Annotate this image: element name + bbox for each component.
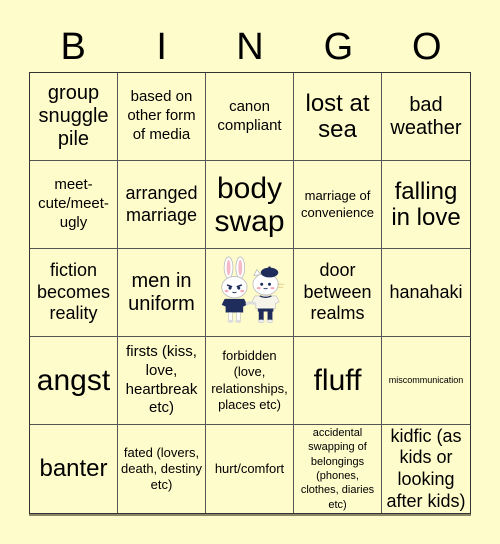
bingo-cell[interactable]: fluff bbox=[294, 337, 382, 425]
bingo-cell[interactable]: body swap bbox=[206, 161, 294, 249]
bingo-cell[interactable]: fiction becomes reality bbox=[30, 249, 118, 337]
bingo-cell[interactable]: lost at sea bbox=[294, 73, 382, 161]
bingo-cell[interactable]: group snuggle pile bbox=[30, 73, 118, 161]
header-letter-o: O bbox=[412, 26, 442, 68]
bingo-cell[interactable]: bad weather bbox=[382, 73, 470, 161]
bingo-cell[interactable]: door between realms bbox=[294, 249, 382, 337]
header-letter-b: B bbox=[60, 26, 86, 68]
bingo-cell[interactable]: based on other form of media bbox=[118, 73, 206, 161]
bingo-cell[interactable]: arranged marriage bbox=[118, 161, 206, 249]
free-space-cell[interactable] bbox=[206, 249, 294, 337]
bunny-and-cat-characters-icon bbox=[220, 256, 284, 323]
header-letter-i: I bbox=[156, 26, 167, 68]
bingo-header: B I N G O bbox=[29, 22, 471, 72]
header-letter-g: G bbox=[323, 26, 354, 68]
bunny-character bbox=[220, 256, 247, 323]
bingo-cell[interactable]: men in uniform bbox=[118, 249, 206, 337]
bingo-cell[interactable]: meet-cute/meet-ugly bbox=[30, 161, 118, 249]
bingo-cell[interactable]: miscommunication bbox=[382, 337, 470, 425]
bingo-cell[interactable]: angst bbox=[30, 337, 118, 425]
bingo-cell[interactable]: banter bbox=[30, 425, 118, 513]
bingo-cell[interactable]: fated (lovers, death, destiny etc) bbox=[118, 425, 206, 513]
bingo-cell[interactable]: forbidden (love, relationships, places e… bbox=[206, 337, 294, 425]
bingo-cell[interactable]: canon compliant bbox=[206, 73, 294, 161]
cat-character bbox=[251, 265, 284, 323]
bingo-cell[interactable]: kidfic (as kids or looking after kids) bbox=[382, 425, 470, 513]
bingo-cell[interactable]: accidental swapping of belongings (phone… bbox=[294, 425, 382, 513]
bingo-cell[interactable]: falling in love bbox=[382, 161, 470, 249]
bingo-grid: group snuggle pile based on other form o… bbox=[29, 72, 471, 514]
bingo-cell[interactable]: hurt/comfort bbox=[206, 425, 294, 513]
bingo-cell[interactable]: marriage of convenience bbox=[294, 161, 382, 249]
bingo-cell[interactable]: hanahaki bbox=[382, 249, 470, 337]
header-letter-n: N bbox=[236, 26, 264, 68]
bingo-cell[interactable]: firsts (kiss, love, heartbreak etc) bbox=[118, 337, 206, 425]
